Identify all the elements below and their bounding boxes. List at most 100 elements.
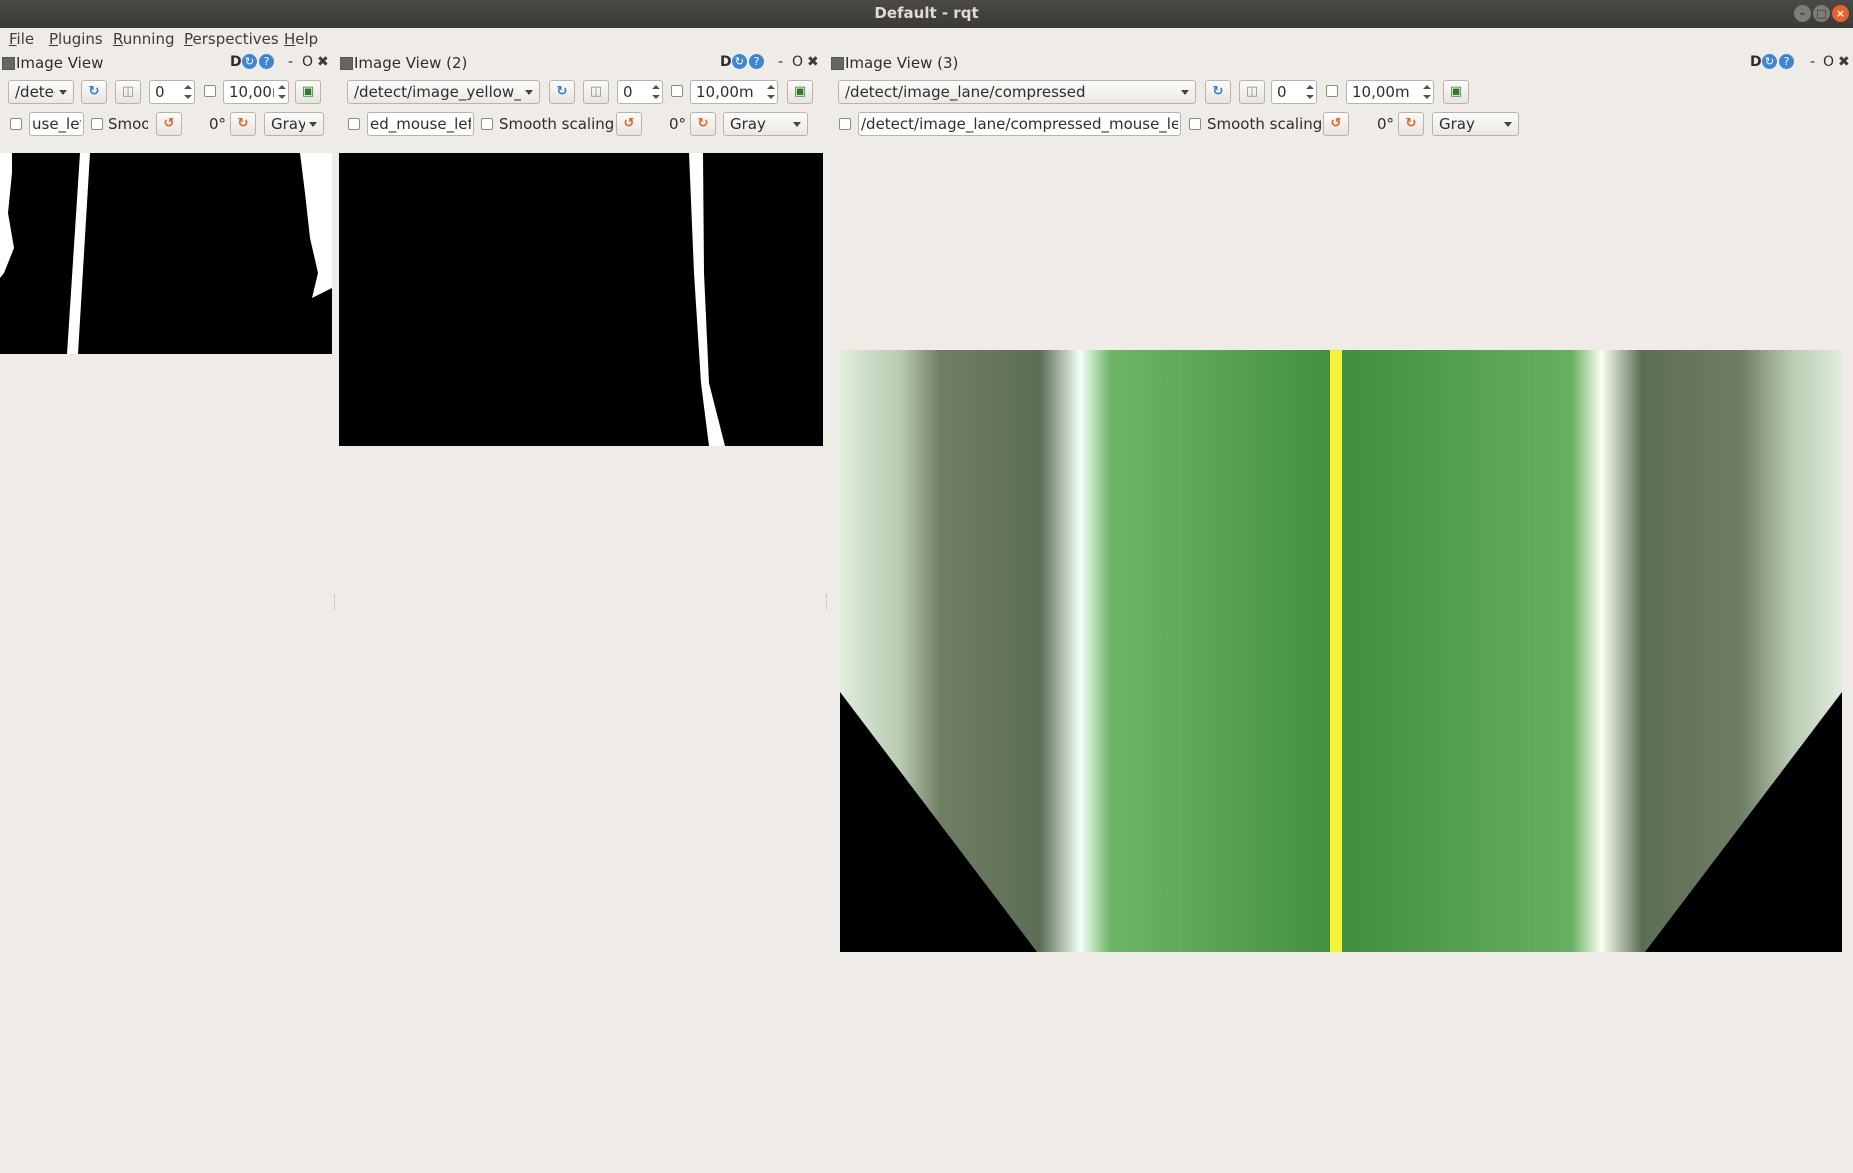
timeout-checkbox[interactable] [204, 85, 216, 97]
dock-close-button[interactable]: ✖ [807, 54, 819, 70]
menu-perspectives[interactable]: Perspectives [184, 30, 279, 48]
timeout-checkbox[interactable] [1326, 85, 1338, 97]
refresh-topics-button[interactable]: ↻ [81, 80, 107, 104]
pause-button[interactable]: ◫ [583, 80, 609, 104]
chevron-down-icon [793, 122, 801, 127]
pause-icon: ◫ [1245, 84, 1259, 99]
save-image-icon: ▣ [1449, 84, 1463, 99]
rotate-right-button[interactable]: ↻ [690, 112, 716, 136]
image-display[interactable] [840, 350, 1842, 952]
chevron-down-icon [525, 90, 533, 95]
menu-plugins[interactable]: Plugins [49, 30, 103, 48]
rotate-right-icon: ↻ [1405, 116, 1417, 131]
timeout-spinbox[interactable]: 10,00m [690, 80, 778, 104]
timeout-spinbox[interactable]: 10,00m [1346, 80, 1434, 104]
save-image-button[interactable]: ▣ [1443, 80, 1469, 104]
rotate-left-button[interactable]: ↺ [156, 112, 182, 136]
refresh-topics-button[interactable]: ↻ [1205, 80, 1231, 104]
menu-help[interactable]: Help [284, 30, 318, 48]
rotate-right-icon: ↻ [237, 116, 249, 131]
dock-minimize-button[interactable]: - [288, 54, 293, 70]
topic-combo[interactable]: /detect/image_yellow_la [347, 80, 540, 104]
mouse-publish-checkbox[interactable] [348, 118, 360, 130]
dock-float-button[interactable]: O [792, 54, 803, 70]
smooth-scaling-label: Smooth scaling [499, 115, 615, 133]
mouse-topic-field[interactable]: ed_mouse_left [367, 112, 474, 136]
smooth-scaling-checkbox[interactable] [91, 118, 103, 130]
window-titlebar: Default - rqt – □ × [0, 0, 1853, 28]
lane-image [840, 350, 1842, 952]
chevron-down-icon [1504, 122, 1512, 127]
dock-window-icon [2, 57, 15, 70]
refresh-topics-button[interactable]: ↻ [549, 80, 575, 104]
color-scheme-combo[interactable]: Gray [264, 112, 324, 136]
mouse-topic-field[interactable]: /detect/image_lane/compressed_mouse_left [858, 112, 1181, 136]
menu-running[interactable]: Running [113, 30, 174, 48]
maximize-window-icon[interactable]: □ [1813, 5, 1830, 22]
chevron-down-icon [309, 122, 317, 127]
chevron-down-icon [1181, 90, 1189, 95]
topic-combo[interactable]: /detect/image_lane/compressed [838, 80, 1196, 104]
refresh-icon: ↻ [88, 84, 100, 99]
save-image-button[interactable]: ▣ [295, 80, 321, 104]
dock-config-button[interactable]: D [720, 54, 732, 70]
pause-button[interactable]: ◫ [115, 80, 141, 104]
topic-combo[interactable]: /detect [8, 80, 74, 104]
dock-minimize-button[interactable]: - [778, 54, 783, 70]
window-title: Default - rqt [874, 4, 979, 22]
rotate-right-button[interactable]: ↻ [230, 112, 256, 136]
rotate-right-icon: ↻ [697, 116, 709, 131]
minimize-window-icon[interactable]: – [1794, 5, 1811, 22]
dock-close-button[interactable]: ✖ [317, 54, 329, 70]
dock-window-icon [831, 57, 844, 70]
rotation-label: 0° [209, 115, 227, 133]
mouse-publish-checkbox[interactable] [10, 118, 22, 130]
refresh-icon: ↻ [1212, 84, 1224, 99]
number-spinbox[interactable]: 0 [149, 80, 195, 104]
timeout-checkbox[interactable] [671, 85, 683, 97]
smooth-scaling-checkbox[interactable] [481, 118, 493, 130]
dock-window-icon [340, 57, 353, 70]
save-image-button[interactable]: ▣ [787, 80, 813, 104]
rotate-left-icon: ↺ [623, 116, 635, 131]
save-image-icon: ▣ [301, 84, 315, 99]
chevron-down-icon [59, 90, 67, 95]
pause-button[interactable]: ◫ [1239, 80, 1265, 104]
rotate-right-button[interactable]: ↻ [1398, 112, 1424, 136]
dock-float-button[interactable]: O [1823, 54, 1834, 70]
number-spinbox[interactable]: 0 [1271, 80, 1317, 104]
menu-file[interactable]: File [9, 30, 34, 48]
dock-splitter[interactable] [826, 595, 829, 609]
rotate-left-icon: ↺ [163, 116, 175, 131]
mask-image [0, 153, 332, 354]
color-scheme-combo[interactable]: Gray [723, 112, 808, 136]
menubar: File Plugins Running Perspectives Help [0, 28, 1853, 52]
smooth-scaling-label: Smooth scaling [1207, 115, 1323, 133]
dock-splitter[interactable] [334, 595, 337, 609]
image-display[interactable] [339, 153, 823, 446]
mouse-publish-checkbox[interactable] [839, 118, 851, 130]
pause-icon: ◫ [121, 84, 135, 99]
dock-float-button[interactable]: O [302, 54, 313, 70]
rotation-label: 0° [669, 115, 687, 133]
color-scheme-combo[interactable]: Gray [1432, 112, 1519, 136]
close-window-icon[interactable]: × [1832, 5, 1849, 22]
dock-close-button[interactable]: ✖ [1838, 54, 1850, 70]
image-display[interactable] [0, 153, 332, 354]
number-spinbox[interactable]: 0 [617, 80, 663, 104]
mask-image [339, 153, 823, 446]
pause-icon: ◫ [589, 84, 603, 99]
dock-config-button[interactable]: D [1750, 54, 1762, 70]
save-image-icon: ▣ [793, 84, 807, 99]
dock-config-button[interactable]: D [230, 54, 242, 70]
smooth-scaling-checkbox[interactable] [1189, 118, 1201, 130]
rotate-left-button[interactable]: ↺ [616, 112, 642, 136]
dock-minimize-button[interactable]: - [1810, 54, 1815, 70]
smooth-scaling-label: Smoo [108, 115, 148, 133]
rotation-label: 0° [1377, 115, 1395, 133]
timeout-spinbox[interactable]: 10,00m [223, 80, 289, 104]
rotate-left-icon: ↺ [1330, 116, 1342, 131]
refresh-icon: ↻ [556, 84, 568, 99]
mouse-topic-field[interactable]: use_left [29, 112, 84, 136]
rotate-left-button[interactable]: ↺ [1323, 112, 1349, 136]
